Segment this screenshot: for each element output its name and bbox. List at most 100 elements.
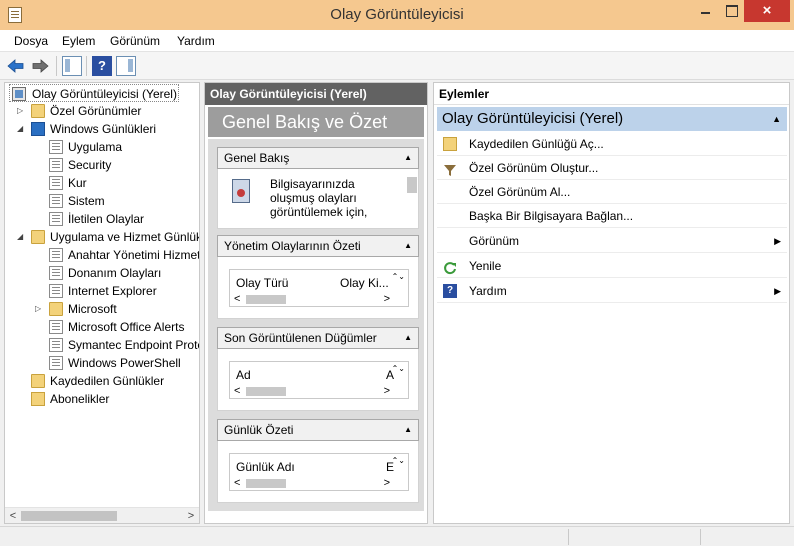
toolbar-separator — [86, 56, 87, 76]
log-icon — [49, 248, 63, 262]
menu-action[interactable]: Eylem — [62, 34, 95, 48]
event-log-icon — [232, 179, 250, 203]
status-bar — [0, 526, 794, 546]
close-icon: × — [762, 2, 772, 19]
column-header-name[interactable]: Ad — [236, 368, 251, 382]
column-header-log-name[interactable]: Günlük Adı — [236, 460, 295, 474]
show-hide-console-tree-button[interactable] — [62, 56, 82, 76]
collapse-icon[interactable]: ▲ — [404, 148, 412, 168]
log-icon — [49, 338, 63, 352]
tree-item-event-viewer-local[interactable]: Olay Görüntüleyicisi (Yerel) — [9, 84, 179, 102]
scroll-left-icon[interactable]: < — [7, 508, 19, 523]
tree-item-hardware-events[interactable]: Donanım Olayları — [5, 264, 199, 282]
submenu-arrow-icon: ▶ — [774, 286, 781, 296]
minimize-button[interactable] — [692, 0, 720, 22]
menu-help[interactable]: Yardım — [177, 34, 215, 48]
tree-item-windows-powershell[interactable]: Windows PowerShell — [5, 354, 199, 372]
overview-vertical-scrollbar[interactable] — [406, 175, 418, 219]
log-icon — [49, 266, 63, 280]
tree-horizontal-scrollbar[interactable]: < > — [5, 507, 199, 523]
menu-file[interactable]: Dosya — [14, 34, 48, 48]
submenu-arrow-icon: ▶ — [774, 236, 781, 246]
grid-horizontal-scrollbar[interactable]: < > — [234, 293, 390, 305]
grid-horizontal-scrollbar[interactable]: < > — [234, 385, 390, 397]
title-bar[interactable]: Olay Görüntüleyicisi × — [0, 0, 794, 30]
maximize-button[interactable] — [720, 0, 744, 22]
collapse-icon[interactable]: ▲ — [404, 420, 412, 440]
help-button[interactable]: ? — [92, 56, 112, 76]
tree-item-symantec-endpoint-protection[interactable]: Symantec Endpoint Protection — [5, 336, 199, 354]
forward-button[interactable] — [30, 56, 50, 76]
show-hide-action-pane-button[interactable] — [116, 56, 136, 76]
admin-events-summary-body: Olay Türü Olay Ki... ⌃⌄ < > — [217, 257, 419, 319]
spinner-icon[interactable]: ⌃⌄ — [392, 457, 405, 465]
tree-item-security[interactable]: Security — [5, 156, 199, 174]
expand-icon[interactable]: ▷ — [35, 300, 43, 318]
spinner-icon[interactable]: ⌃⌄ — [392, 273, 405, 281]
tree-item-subscriptions[interactable]: Abonelikler — [5, 390, 199, 408]
log-icon — [49, 194, 63, 208]
tree-item-saved-logs[interactable]: Kaydedilen Günlükler — [5, 372, 199, 390]
close-button[interactable]: × — [744, 0, 790, 22]
spinner-icon[interactable]: ⌃⌄ — [392, 365, 405, 373]
overview-pane: Olay Görüntüleyicisi (Yerel) Genel Bakış… — [204, 82, 428, 524]
action-view[interactable]: Görünüm ▶ — [437, 229, 787, 253]
window-title: Olay Görüntüleyicisi — [330, 6, 464, 23]
tree-item-apps-services-logs[interactable]: ◢ Uygulama ve Hizmet Günlükleri — [5, 228, 199, 246]
action-refresh[interactable]: Yenile — [437, 254, 787, 278]
tree-item-system[interactable]: Sistem — [5, 192, 199, 210]
admin-events-summary-header[interactable]: Yönetim Olaylarının Özeti ▲ — [217, 235, 419, 257]
refresh-icon — [443, 259, 457, 275]
folder-icon — [49, 302, 63, 316]
action-open-saved-log[interactable]: Kaydedilen Günlüğü Aç... — [437, 132, 787, 156]
menu-view[interactable]: Görünüm — [110, 34, 160, 48]
tree-item-forwarded-events[interactable]: İletilen Olaylar — [5, 210, 199, 228]
tree-item-key-management-service[interactable]: Anahtar Yönetimi Hizmeti — [5, 246, 199, 264]
overview-text: Bilgisayarınızda oluşmuş olayları görünt… — [270, 177, 368, 219]
open-log-icon — [443, 137, 457, 151]
console-tree[interactable]: Olay Görüntüleyicisi (Yerel) ▷ Özel Görü… — [4, 82, 200, 524]
log-icon — [49, 320, 63, 334]
help-icon: ? — [443, 284, 457, 298]
toolbar: ? — [0, 52, 794, 80]
tree-item-microsoft-office-alerts[interactable]: Microsoft Office Alerts — [5, 318, 199, 336]
tree-item-internet-explorer[interactable]: Internet Explorer — [5, 282, 199, 300]
log-summary-grid[interactable]: Günlük Adı E ⌃⌄ < > — [229, 453, 409, 491]
tree-item-windows-logs[interactable]: ◢ Windows Günlükleri — [5, 120, 199, 138]
filter-icon — [443, 161, 457, 176]
overview-section-header[interactable]: Genel Bakış ▲ — [217, 147, 419, 169]
recently-viewed-nodes-body: Ad A ⌃⌄ < > — [217, 349, 419, 411]
overview-title: Genel Bakış ve Özet — [208, 107, 424, 137]
tree-item-setup[interactable]: Kur — [5, 174, 199, 192]
scroll-thumb[interactable] — [21, 511, 117, 521]
action-create-custom-view[interactable]: Özel Görünüm Oluştur... — [437, 156, 787, 180]
column-header-event-type[interactable]: Olay Türü — [236, 276, 288, 290]
grid-horizontal-scrollbar[interactable]: < > — [234, 477, 390, 489]
action-connect-to-another-computer[interactable]: Başka Bir Bilgisayara Bağlan... — [437, 204, 787, 228]
log-icon — [49, 212, 63, 226]
expand-icon[interactable]: ▷ — [17, 102, 25, 120]
back-button[interactable] — [6, 56, 26, 76]
collapse-icon[interactable]: ▲ — [404, 236, 412, 256]
collapse-icon[interactable]: ▲ — [772, 107, 781, 131]
admin-events-grid[interactable]: Olay Türü Olay Ki... ⌃⌄ < > — [229, 269, 409, 307]
collapse-icon[interactable]: ◢ — [17, 120, 25, 138]
tree-item-application[interactable]: Uygulama — [5, 138, 199, 156]
scroll-right-icon[interactable]: > — [185, 508, 197, 523]
collapse-icon[interactable]: ◢ — [17, 228, 25, 246]
recently-viewed-nodes-header[interactable]: Son Görüntülenen Düğümler ▲ — [217, 327, 419, 349]
action-help[interactable]: ? Yardım ▶ — [437, 279, 787, 303]
folder-icon — [31, 104, 45, 118]
tree-item-microsoft[interactable]: ▷ Microsoft — [5, 300, 199, 318]
log-icon — [49, 176, 63, 190]
actions-group-event-viewer-local[interactable]: Olay Görüntüleyicisi (Yerel) ▲ — [437, 107, 787, 131]
tree-item-custom-views[interactable]: ▷ Özel Görünümler — [5, 102, 199, 120]
log-summary-header[interactable]: Günlük Özeti ▲ — [217, 419, 419, 441]
column-header-event-id[interactable]: Olay Ki... — [340, 276, 389, 290]
help-icon: ? — [98, 58, 106, 73]
overview-body[interactable]: Genel Bakış ▲ Bilgisayarınızda oluşmuş o… — [208, 139, 424, 511]
back-arrow-icon — [7, 59, 24, 73]
recent-nodes-grid[interactable]: Ad A ⌃⌄ < > — [229, 361, 409, 399]
collapse-icon[interactable]: ▲ — [404, 328, 412, 348]
action-import-custom-view[interactable]: Özel Görünüm Al... — [437, 180, 787, 204]
